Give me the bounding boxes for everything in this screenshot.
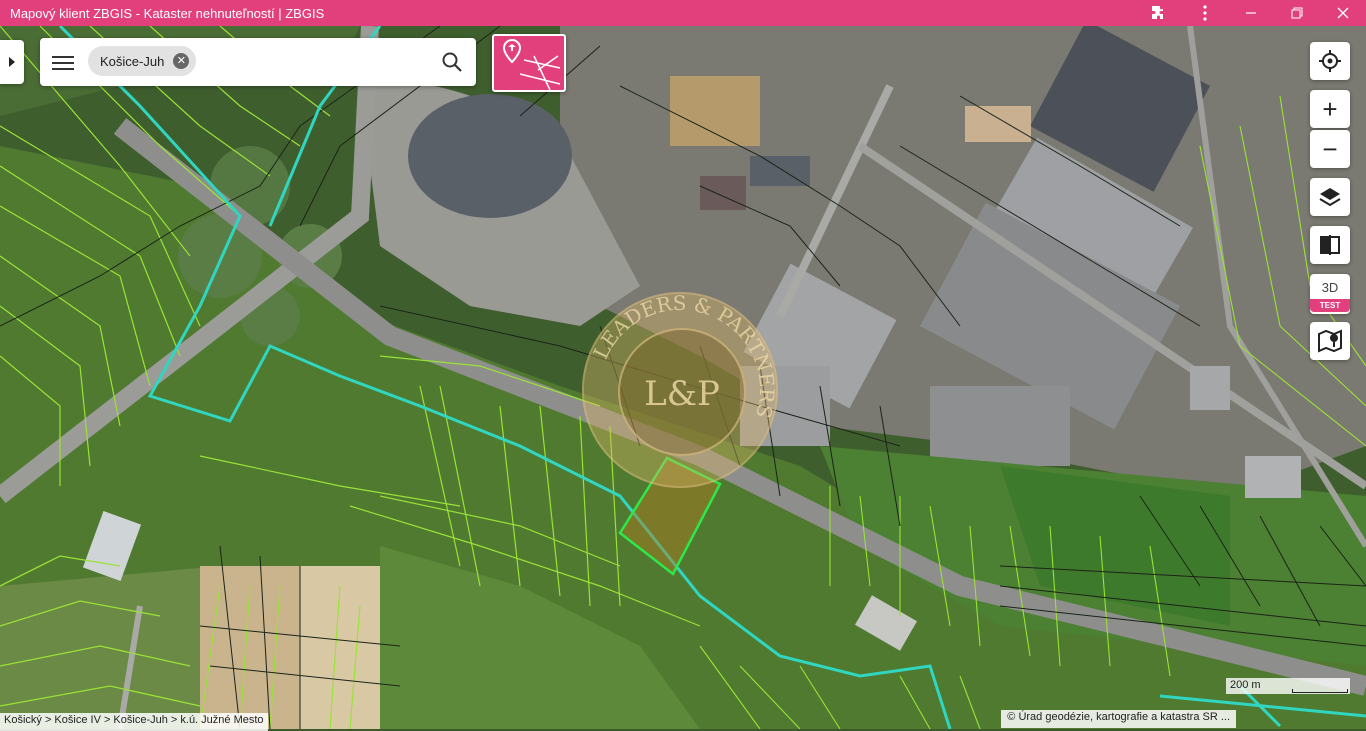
minimize-icon[interactable] [1228, 0, 1274, 26]
layers-button[interactable] [1310, 178, 1350, 216]
scale-bar: 200 m [1226, 678, 1350, 694]
close-icon[interactable] [1320, 0, 1366, 26]
chevron-right-icon [9, 57, 15, 67]
zoom-in-button[interactable]: + [1310, 90, 1350, 128]
scale-line [1292, 689, 1348, 693]
parcel-marker-button[interactable] [492, 34, 566, 92]
kebab-menu-icon[interactable] [1182, 0, 1228, 26]
compare-button[interactable] [1310, 226, 1350, 264]
scale-label: 200 m [1230, 679, 1261, 691]
zoom-out-button[interactable]: − [1310, 130, 1350, 168]
locate-button[interactable] [1310, 42, 1350, 80]
attribution[interactable]: © Úrad geodézie, kartografie a katastra … [1001, 710, 1236, 728]
layers-icon [1319, 188, 1341, 207]
google-maps-button[interactable] [1310, 322, 1350, 360]
watermark-monogram: L&P [644, 374, 720, 414]
3d-label: 3D [1321, 280, 1339, 295]
crosshair-icon [1319, 50, 1341, 72]
breadcrumb[interactable]: Košický > Košice IV > Košice-Juh > k.ú. … [0, 713, 268, 731]
watermark-logo: LEADERS & PARTNERS L&P [582, 292, 778, 488]
search-icon[interactable] [440, 50, 464, 74]
window-titlebar: Mapový klient ZBGIS - Kataster nehnuteľn… [0, 0, 1366, 26]
restore-icon[interactable] [1274, 0, 1320, 26]
google-maps-icon [1318, 329, 1342, 353]
compare-icon [1320, 235, 1340, 255]
puzzle-icon[interactable] [1136, 0, 1182, 26]
clear-icon[interactable]: ✕ [173, 53, 190, 69]
search-bar: Košice-Juh ✕ [40, 38, 476, 86]
location-chip[interactable]: Košice-Juh ✕ [88, 46, 197, 76]
map-canvas[interactable]: LEADERS & PARTNERS L&P [0, 26, 1366, 729]
hamburger-menu-icon[interactable] [52, 52, 74, 72]
test-badge: TEST [1310, 299, 1350, 312]
watermark-core: L&P [618, 328, 746, 456]
sidebar-toggle-button[interactable] [0, 40, 24, 84]
parcel-marker-icon [502, 38, 561, 90]
3d-view-button[interactable]: 3D TEST [1310, 274, 1350, 314]
window-title: Mapový klient ZBGIS - Kataster nehnuteľn… [10, 5, 325, 21]
location-chip-label: Košice-Juh [100, 53, 165, 69]
